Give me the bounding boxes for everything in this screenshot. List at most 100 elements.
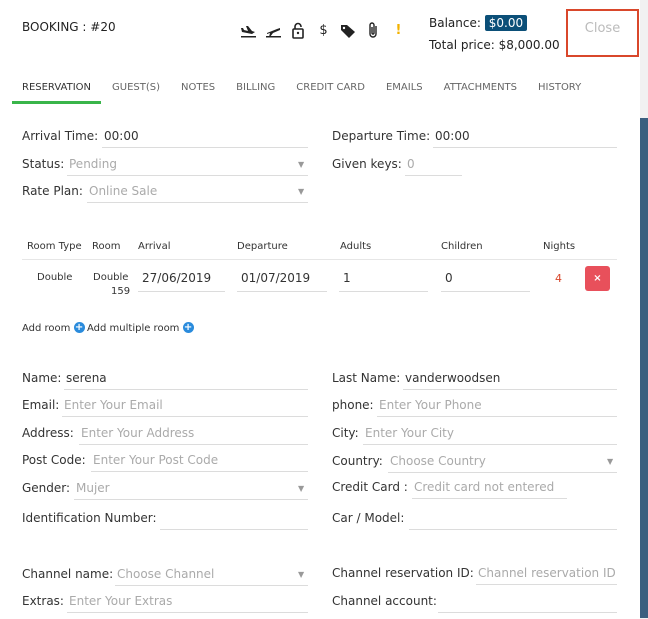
country-underline <box>388 472 617 473</box>
city-input[interactable]: Enter Your City <box>365 426 454 440</box>
add-multiple-room-link[interactable]: Add multiple room + <box>87 322 194 334</box>
status-caret-icon: ▼ <box>298 160 305 169</box>
tags-icon[interactable] <box>340 22 357 39</box>
departure-time-input[interactable]: 00:00 <box>435 129 470 143</box>
channel-reservation-input[interactable]: Channel reservation ID <box>478 566 616 580</box>
dollar-icon[interactable]: $ <box>315 22 332 39</box>
name-input[interactable]: serena <box>66 371 107 385</box>
tab-billing[interactable]: BILLING <box>236 82 275 104</box>
col-departure: Departure <box>237 241 288 252</box>
cell-arrival-input[interactable]: 27/06/2019 <box>142 271 211 285</box>
given-keys-input[interactable]: 0 <box>407 157 415 171</box>
scrollbar-thumb[interactable] <box>640 118 648 618</box>
tab-bar: RESERVATION GUEST(S) NOTES BILLING CREDI… <box>12 82 602 104</box>
tab-history[interactable]: HISTORY <box>538 82 581 104</box>
balance-badge: $0.00 <box>484 15 528 31</box>
departure-plane-icon[interactable] <box>265 22 282 39</box>
name-underline <box>64 389 308 390</box>
gender-caret-icon: ▼ <box>298 484 305 493</box>
rate-plan-underline <box>87 202 308 203</box>
phone-input[interactable]: Enter Your Phone <box>379 398 482 412</box>
tab-emails[interactable]: EMAILS <box>386 82 423 104</box>
rate-plan-caret-icon: ▼ <box>298 187 305 196</box>
gender-select[interactable]: Mujer <box>76 481 110 495</box>
lock-icon[interactable] <box>290 22 307 39</box>
extras-label: Extras: <box>22 594 64 608</box>
balance-label: Balance: <box>429 16 481 30</box>
table-header-divider <box>22 259 617 260</box>
phone-underline <box>377 416 617 417</box>
channel-name-caret-icon: ▼ <box>298 570 305 579</box>
city-label: City: <box>332 426 359 440</box>
arrival-time-label: Arrival Time: <box>22 129 99 143</box>
cell-departure-underline <box>237 291 327 292</box>
cell-room-line2: 159 <box>111 286 131 297</box>
channel-account-input[interactable] <box>438 612 617 613</box>
col-nights: Nights <box>543 241 576 252</box>
status-select[interactable]: Pending <box>69 157 117 171</box>
cell-nights: 4 <box>555 272 562 285</box>
cell-adults-input[interactable]: 1 <box>343 271 351 285</box>
tab-reservation[interactable]: RESERVATION <box>12 82 102 104</box>
add-room-link[interactable]: Add room + <box>22 322 85 334</box>
total-price: Total price: $8,000.00 <box>429 38 560 52</box>
arrival-plane-icon[interactable] <box>240 22 257 39</box>
tab-attachments[interactable]: ATTACHMENTS <box>444 82 517 104</box>
address-label: Address: <box>22 426 74 440</box>
cell-children-underline <box>441 291 530 292</box>
country-select[interactable]: Choose Country <box>390 454 486 468</box>
cell-room-line1: Double <box>93 272 129 283</box>
gender-underline <box>74 499 308 500</box>
email-underline <box>62 416 308 417</box>
post-code-input[interactable]: Enter Your Post Code <box>93 453 218 467</box>
col-adults: Adults <box>340 241 372 252</box>
given-keys-underline <box>405 175 462 176</box>
credit-card-underline <box>412 498 567 499</box>
cell-room-type: Double <box>37 272 73 283</box>
tab-credit-card[interactable]: CREDIT CARD <box>296 82 365 104</box>
tab-notes[interactable]: NOTES <box>181 82 215 104</box>
address-input[interactable]: Enter Your Address <box>81 426 194 440</box>
last-name-underline <box>403 389 617 390</box>
cell-adults-underline <box>339 291 428 292</box>
email-label: Email: <box>22 398 60 412</box>
arrival-time-input[interactable]: 00:00 <box>104 129 139 143</box>
arrival-time-underline <box>102 147 308 148</box>
given-keys-label: Given keys: <box>332 157 402 171</box>
close-button[interactable]: Close <box>566 9 639 57</box>
paperclip-icon[interactable] <box>365 22 382 39</box>
gender-label: Gender: <box>22 481 71 495</box>
tab-guests[interactable]: GUEST(S) <box>112 82 160 104</box>
header-icons: $ ! <box>240 22 407 39</box>
col-room-type: Room Type <box>27 241 82 252</box>
post-code-underline <box>91 471 308 472</box>
channel-name-select[interactable]: Choose Channel <box>117 567 214 581</box>
country-caret-icon: ▼ <box>607 457 614 466</box>
car-model-input[interactable] <box>409 529 617 530</box>
rate-plan-label: Rate Plan: <box>22 184 83 198</box>
col-children: Children <box>441 241 483 252</box>
add-room-label: Add room <box>22 323 71 334</box>
plus-circle-icon: + <box>182 322 194 333</box>
name-label: Name: <box>22 371 62 385</box>
extras-underline <box>67 612 308 613</box>
delete-room-button[interactable]: × <box>585 266 610 291</box>
channel-reservation-label: Channel reservation ID: <box>332 566 474 580</box>
warning-icon[interactable]: ! <box>390 22 407 39</box>
close-icon: × <box>593 273 602 284</box>
identification-input[interactable] <box>160 529 308 530</box>
email-input[interactable]: Enter Your Email <box>64 398 163 412</box>
cell-departure-input[interactable]: 01/07/2019 <box>241 271 310 285</box>
extras-input[interactable]: Enter Your Extras <box>69 594 172 608</box>
credit-card-input[interactable]: Credit card not entered <box>414 480 554 494</box>
last-name-input[interactable]: vanderwoodsen <box>405 371 500 385</box>
cell-children-input[interactable]: 0 <box>445 271 453 285</box>
channel-reservation-underline <box>476 584 617 585</box>
plus-circle-icon: + <box>73 322 85 333</box>
last-name-label: Last Name: <box>332 371 401 385</box>
col-room: Room <box>92 241 121 252</box>
country-label: Country: <box>332 454 383 468</box>
balance: Balance: $0.00 <box>429 15 528 31</box>
city-underline <box>363 444 617 445</box>
rate-plan-select[interactable]: Online Sale <box>89 184 157 198</box>
